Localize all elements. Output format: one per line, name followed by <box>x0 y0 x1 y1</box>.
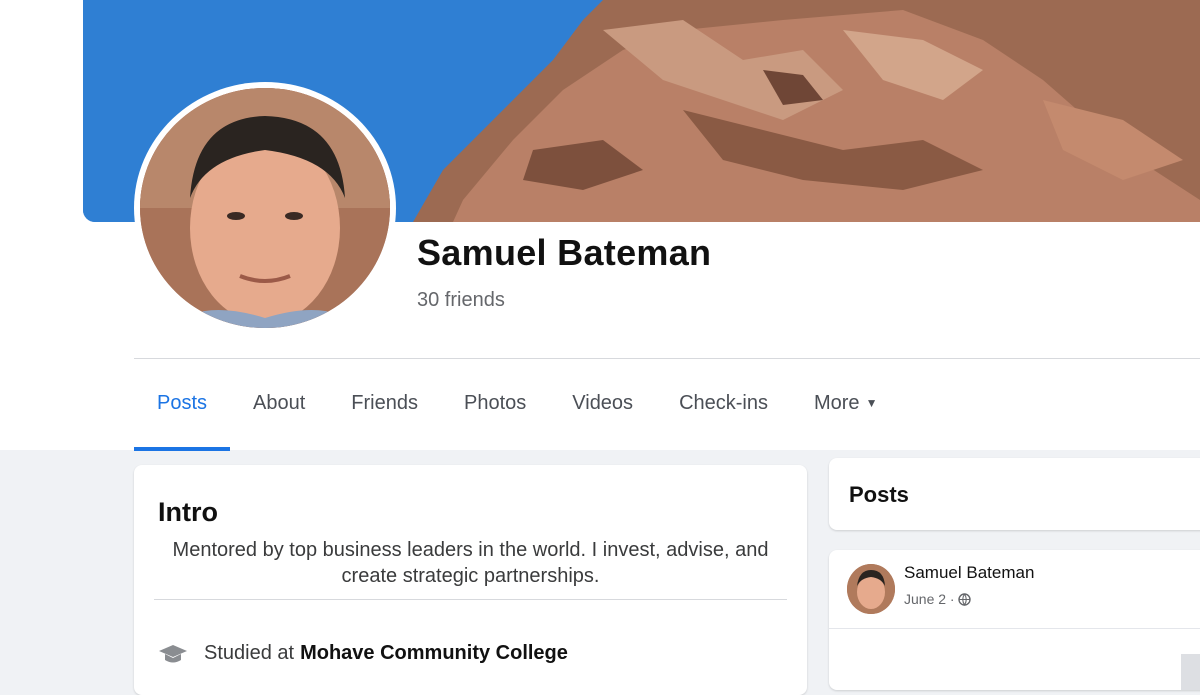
post-date[interactable]: June 2 · <box>904 591 972 607</box>
education-item: Studied at Mohave Community College <box>158 642 568 665</box>
tab-about[interactable]: About <box>230 380 328 448</box>
tab-videos[interactable]: Videos <box>549 380 656 448</box>
tab-more[interactable]: More ▼ <box>791 380 900 448</box>
post-author-avatar[interactable] <box>847 564 895 614</box>
tab-friends[interactable]: Friends <box>328 380 441 448</box>
tab-photos[interactable]: Photos <box>441 380 549 448</box>
friends-count[interactable]: 30 friends <box>417 289 505 312</box>
graduation-cap-icon <box>159 644 187 662</box>
intro-bio: Mentored by top business leaders in the … <box>172 539 769 587</box>
profile-name: Samuel Bateman <box>417 232 712 273</box>
post-separator <box>829 628 1200 629</box>
post-card: Samuel Bateman June 2 · <box>829 550 1200 690</box>
intro-card: Intro Mentored by top business leaders i… <box>134 465 807 695</box>
tab-check-ins[interactable]: Check-ins <box>656 380 791 448</box>
profile-avatar[interactable] <box>134 82 396 334</box>
intro-title: Intro <box>158 497 218 527</box>
posts-title: Posts <box>849 482 909 507</box>
caret-down-icon: ▼ <box>865 396 878 410</box>
intro-divider <box>154 599 787 600</box>
post-media-preview[interactable] <box>1181 654 1200 690</box>
globe-icon <box>958 593 972 607</box>
header-divider <box>134 358 1200 359</box>
profile-tabs: Posts About Friends Photos Videos Check-… <box>134 380 900 451</box>
education-school[interactable]: Mohave Community College <box>300 642 568 665</box>
post-author-name[interactable]: Samuel Bateman <box>904 563 1034 583</box>
education-prefix: Studied at <box>204 642 295 664</box>
tab-posts[interactable]: Posts <box>134 380 231 451</box>
posts-header-card: Posts <box>829 458 1200 530</box>
